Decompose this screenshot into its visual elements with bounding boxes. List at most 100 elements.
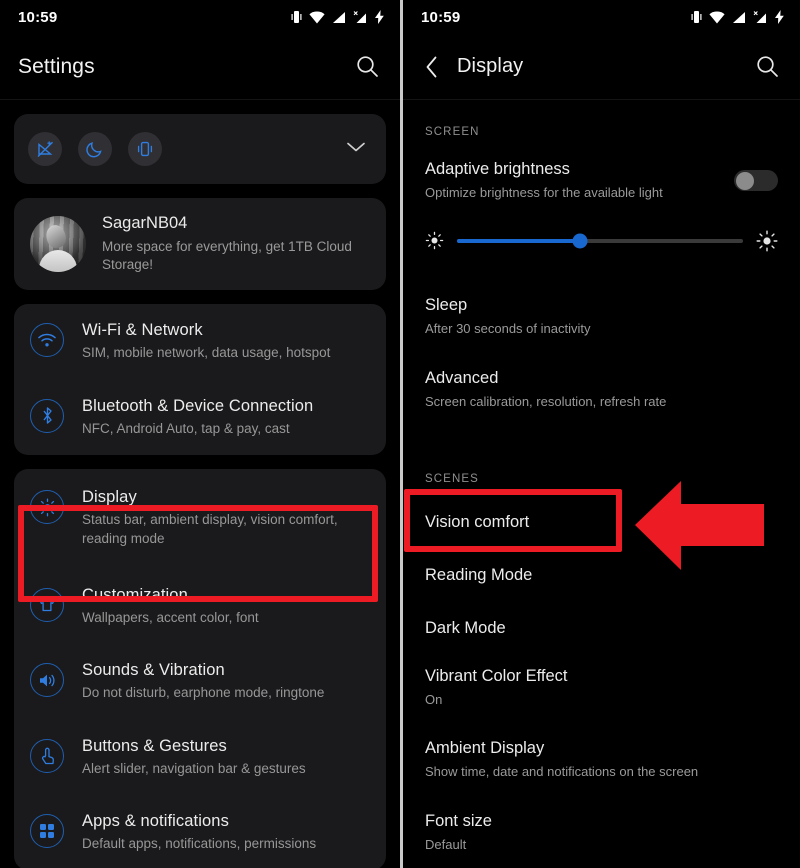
item-title: Customization <box>82 585 188 604</box>
sidebar-item-customization[interactable]: Customization Wallpapers, accent color, … <box>14 569 386 644</box>
bluetooth-icon <box>30 398 64 433</box>
chevron-down-icon[interactable] <box>346 140 366 158</box>
tshirt-icon <box>30 587 64 622</box>
sidebar-item-apps-notifications[interactable]: Apps & notifications Default apps, notif… <box>14 795 386 868</box>
vibrate-icon <box>691 11 702 23</box>
night-mode-icon[interactable] <box>78 132 112 166</box>
adaptive-brightness-toggle[interactable] <box>734 170 778 192</box>
item-subtitle: Do not disturb, earphone mode, ringtone <box>82 685 325 701</box>
signal-no-sim-icon <box>353 10 366 23</box>
item-title: Font size <box>425 811 492 830</box>
item-title: Apps & notifications <box>82 811 229 830</box>
sidebar-item-display[interactable]: Display Status bar, ambient display, vis… <box>14 469 386 569</box>
brightness-slider-track[interactable] <box>457 233 743 249</box>
setting-vision-comfort[interactable]: Vision comfort <box>425 497 778 550</box>
sidebar-item-bluetooth[interactable]: Bluetooth & Device Connection NFC, Andro… <box>14 380 386 455</box>
section-label-scenes: SCENES <box>425 472 479 485</box>
item-subtitle: Default <box>425 836 467 852</box>
signal-no-sim-icon <box>753 10 766 23</box>
display-settings-list: SCREEN Adaptive brightness Optimize brig… <box>403 100 800 865</box>
network-card: Wi-Fi & Network SIM, mobile network, dat… <box>14 304 386 456</box>
status-clock: 10:59 <box>18 8 58 26</box>
setting-reading-mode[interactable]: Reading Mode <box>425 550 778 603</box>
sidebar-item-buttons-gestures[interactable]: Buttons & Gestures Alert slider, navigat… <box>14 720 386 795</box>
status-icons <box>691 10 784 24</box>
display-screen: 10:59 Display SCREEN Adaptive brightness… <box>400 0 800 868</box>
brightness-low-icon <box>425 231 444 250</box>
gesture-tap-icon <box>30 738 64 773</box>
airplane-mode-off-icon[interactable] <box>28 132 62 166</box>
item-subtitle: Default apps, notifications, permissions <box>82 835 317 851</box>
account-name: SagarNB04 <box>102 214 188 232</box>
item-title: Wi-Fi & Network <box>82 321 203 340</box>
status-bar-right: 10:59 <box>403 0 800 34</box>
charging-bolt-icon <box>775 10 784 24</box>
speaker-icon <box>30 663 64 698</box>
vibrate-icon <box>291 11 302 23</box>
item-title: Advanced <box>425 369 499 388</box>
item-subtitle: Show time, date and notifications on the… <box>425 764 699 780</box>
item-title: Sleep <box>425 295 468 314</box>
display-app-bar: Display <box>403 34 800 100</box>
item-subtitle: Wallpapers, accent color, font <box>82 609 259 625</box>
charging-bolt-icon <box>375 10 384 24</box>
settings-app-bar: Settings <box>0 34 400 100</box>
item-subtitle: Screen calibration, resolution, refresh … <box>425 394 667 410</box>
back-chevron-icon[interactable] <box>421 56 443 78</box>
search-icon[interactable] <box>754 54 780 80</box>
item-subtitle: SIM, mobile network, data usage, hotspot <box>82 345 331 361</box>
section-label-screen: SCREEN <box>425 126 480 138</box>
settings-list: SagarNB04 More space for everything, get… <box>0 100 400 868</box>
page-title: Settings <box>18 54 95 78</box>
vibrate-mode-icon[interactable] <box>128 132 162 166</box>
setting-vibrant-color-effect[interactable]: Vibrant Color Effect On <box>425 656 778 721</box>
account-card[interactable]: SagarNB04 More space for everything, get… <box>14 198 386 291</box>
brightness-slider-fill <box>457 238 580 243</box>
item-subtitle: Optimize brightness for the available li… <box>425 185 663 200</box>
wifi-icon <box>30 323 64 358</box>
brightness-slider-thumb <box>572 233 588 249</box>
item-title: Reading Mode <box>425 565 533 584</box>
sidebar-item-wifi-network[interactable]: Wi-Fi & Network SIM, mobile network, dat… <box>14 304 386 379</box>
setting-ambient-display[interactable]: Ambient Display Show time, date and noti… <box>425 720 778 793</box>
signal-icon <box>733 11 745 23</box>
dual-screenshot-container: 10:59 Settings SagarNB04 More space for … <box>0 0 800 868</box>
item-title: Buttons & Gestures <box>82 736 227 755</box>
setting-sleep[interactable]: Sleep After 30 seconds of inactivity <box>425 286 778 350</box>
setting-dark-mode[interactable]: Dark Mode <box>425 603 778 656</box>
signal-icon <box>333 11 345 23</box>
item-title: Display <box>82 488 137 507</box>
page-title: Display <box>457 55 524 77</box>
avatar <box>30 216 86 273</box>
brightness-high-icon <box>756 230 778 252</box>
item-title: Adaptive brightness <box>425 160 570 178</box>
wifi-icon <box>709 10 725 23</box>
display-group-card: Display Status bar, ambient display, vis… <box>14 469 386 868</box>
search-icon[interactable] <box>354 54 380 80</box>
item-subtitle: After 30 seconds of inactivity <box>425 320 591 336</box>
item-subtitle: Status bar, ambient display, vision comf… <box>82 512 338 546</box>
brightness-slider-row[interactable] <box>425 214 778 256</box>
quick-toggles-card[interactable] <box>14 114 386 184</box>
status-icons <box>291 10 384 24</box>
item-title: Vision comfort <box>425 512 530 531</box>
item-title: Dark Mode <box>425 618 506 637</box>
item-title: Bluetooth & Device Connection <box>82 396 314 415</box>
item-title: Sounds & Vibration <box>82 661 225 680</box>
item-title: Ambient Display <box>425 739 545 758</box>
settings-screen: 10:59 Settings SagarNB04 More space for … <box>0 0 400 868</box>
status-bar-left: 10:59 <box>0 0 400 34</box>
status-clock: 10:59 <box>421 8 461 26</box>
setting-advanced[interactable]: Advanced Screen calibration, resolution,… <box>425 349 778 423</box>
item-subtitle: NFC, Android Auto, tap & pay, cast <box>82 420 290 436</box>
apps-grid-icon <box>30 813 64 848</box>
setting-adaptive-brightness[interactable]: Adaptive brightness Optimize brightness … <box>425 150 778 214</box>
account-subtitle: More space for everything, get 1TB Cloud… <box>102 239 352 273</box>
setting-font-size[interactable]: Font size Default <box>425 793 778 866</box>
brightness-icon <box>30 490 64 525</box>
sidebar-item-sounds[interactable]: Sounds & Vibration Do not disturb, earph… <box>14 644 386 719</box>
item-subtitle: On <box>425 691 443 707</box>
wifi-icon <box>309 10 325 23</box>
item-title: Vibrant Color Effect <box>425 666 568 685</box>
item-subtitle: Alert slider, navigation bar & gestures <box>82 760 306 776</box>
